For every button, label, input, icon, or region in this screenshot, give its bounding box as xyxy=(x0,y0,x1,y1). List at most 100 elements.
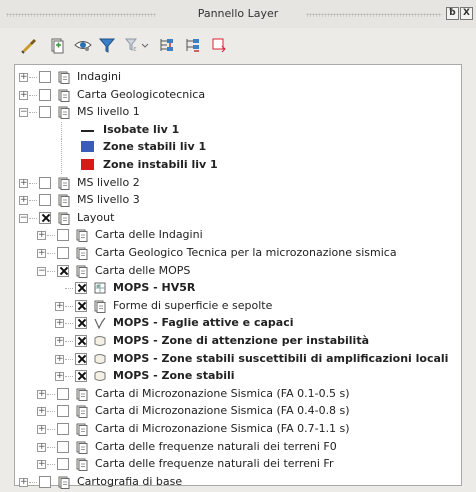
layer-row[interactable]: + MS livello 3 xyxy=(15,192,461,209)
expand-toggle[interactable]: + xyxy=(19,178,28,188)
expand-toggle[interactable]: + xyxy=(19,477,28,487)
layer-row[interactable]: + MOPS - Zone di attenzione per instabili… xyxy=(15,333,461,350)
expand-all-icon[interactable] xyxy=(158,36,176,54)
expand-toggle[interactable]: − xyxy=(19,108,28,118)
expand-toggle[interactable]: − xyxy=(37,266,46,276)
layer-label: Carta delle Indagini xyxy=(95,228,203,242)
layer-visibility-checkbox[interactable] xyxy=(57,387,69,400)
tree-connector xyxy=(65,341,73,342)
expand-toggle xyxy=(55,284,64,294)
legend-checkbox[interactable] xyxy=(61,157,73,174)
layer-row[interactable]: + Carta Geologico Tecnica per la microzon… xyxy=(15,245,461,262)
expand-toggle[interactable]: + xyxy=(37,407,46,417)
layer-row[interactable]: + MOPS - Faglie attive e capaci xyxy=(15,315,461,332)
layer-visibility-checkbox[interactable] xyxy=(75,299,87,312)
tree-connector xyxy=(47,429,55,430)
expand-toggle[interactable]: + xyxy=(37,249,46,258)
collapse-all-icon[interactable] xyxy=(184,36,202,54)
legend-checkbox[interactable] xyxy=(61,139,73,157)
layer-label: Carta di Microzonazione Sismica (FA 0.7-… xyxy=(95,422,350,435)
expand-toggle[interactable]: + xyxy=(19,196,28,206)
layer-label: Carta Geologicotecnica xyxy=(77,87,206,101)
layer-visibility-checkbox[interactable] xyxy=(75,335,87,347)
expand-toggle[interactable]: + xyxy=(55,319,64,329)
layer-visibility-checkbox[interactable] xyxy=(75,370,87,383)
legend-item[interactable]: Zone stabili liv 1 xyxy=(15,139,461,157)
layer-visibility-checkbox[interactable] xyxy=(57,264,69,277)
panel-titlebar[interactable]: Pannello Layer ƀ X xyxy=(0,0,476,28)
expand-toggle[interactable]: + xyxy=(19,90,28,100)
layer-label: Carta delle frequenze naturali dei terre… xyxy=(95,457,334,471)
layer-visibility-checkbox[interactable] xyxy=(57,458,69,471)
layer-row[interactable]: − Layout xyxy=(15,210,461,227)
layer-row[interactable]: + Carta Geologicotecnica xyxy=(15,87,461,104)
layer-row[interactable]: + Carta di Microzonazione Sismica (FA 0.1… xyxy=(15,386,461,403)
line-layer-icon xyxy=(94,318,106,330)
expand-toggle[interactable]: − xyxy=(19,213,28,223)
layer-group-icon xyxy=(76,405,88,419)
layer-visibility-checkbox[interactable] xyxy=(39,88,51,101)
remove-layer-icon[interactable] xyxy=(210,36,228,54)
layer-row[interactable]: + Forme di superficie e sepolte xyxy=(15,298,461,315)
tree-connector xyxy=(47,393,55,395)
eye-icon[interactable] xyxy=(74,36,92,54)
layer-visibility-checkbox[interactable] xyxy=(75,282,87,295)
layer-label: Carta Geologico Tecnica per la microzona… xyxy=(95,246,397,259)
legend-item[interactable]: Isobate liv 1 xyxy=(15,121,461,139)
raster-layer-icon xyxy=(94,282,106,294)
layer-row[interactable]: + Indagini xyxy=(15,69,461,86)
layer-tree[interactable]: + Indagini + Carta Geologicotecnica − MS live… xyxy=(14,64,462,489)
paint-brush-icon[interactable] xyxy=(20,36,38,54)
layer-visibility-checkbox[interactable] xyxy=(75,352,87,365)
expand-toggle[interactable]: + xyxy=(19,73,28,82)
layer-row[interactable]: + MS livello 2 xyxy=(15,175,461,192)
float-button[interactable]: ƀ xyxy=(446,7,459,20)
fill-symbol-icon xyxy=(81,159,94,170)
layer-group-icon xyxy=(58,89,70,102)
layer-visibility-checkbox[interactable] xyxy=(57,405,69,418)
layer-row[interactable]: + Carta delle frequenze naturali dei terr… xyxy=(15,439,461,456)
tree-connector xyxy=(29,481,37,483)
layer-row[interactable]: − Carta delle MOPS xyxy=(15,263,461,280)
layer-group-icon xyxy=(76,441,88,454)
layer-visibility-checkbox[interactable] xyxy=(57,247,69,259)
polygon-layer-icon xyxy=(94,353,106,364)
layer-visibility-checkbox[interactable] xyxy=(75,317,87,330)
close-button[interactable]: X xyxy=(460,7,473,20)
tree-connector xyxy=(29,112,37,114)
layer-row[interactable]: MOPS - HV5R xyxy=(15,280,461,297)
legend-checkbox[interactable] xyxy=(61,121,73,139)
expand-toggle[interactable]: + xyxy=(55,372,64,382)
layer-row[interactable]: + Carta delle Indagini xyxy=(15,227,461,244)
layer-row[interactable]: + Cartografia di base xyxy=(15,474,461,491)
layer-row[interactable]: − MS livello 1 xyxy=(15,104,461,121)
layer-row[interactable]: + MOPS - Zone stabili suscettibili di amp… xyxy=(15,351,461,368)
expand-toggle[interactable]: + xyxy=(55,354,64,364)
expand-toggle[interactable]: + xyxy=(55,337,64,346)
add-group-icon[interactable] xyxy=(48,36,66,54)
layer-group-icon xyxy=(58,106,70,120)
expand-toggle[interactable]: + xyxy=(37,460,46,470)
layer-visibility-checkbox[interactable] xyxy=(57,229,69,242)
expand-toggle[interactable]: + xyxy=(55,301,64,311)
expand-toggle[interactable]: + xyxy=(37,442,46,452)
expand-toggle[interactable]: + xyxy=(37,425,46,434)
layer-visibility-checkbox[interactable] xyxy=(39,71,51,83)
legend-item[interactable]: Zone instabili liv 1 xyxy=(15,157,461,174)
layer-visibility-checkbox[interactable] xyxy=(39,176,51,189)
filter-icon[interactable] xyxy=(98,36,116,54)
layer-visibility-checkbox[interactable] xyxy=(39,106,51,119)
layer-visibility-checkbox[interactable] xyxy=(57,423,69,435)
expand-toggle[interactable]: + xyxy=(37,389,46,399)
layer-row[interactable]: + MOPS - Zone stabili xyxy=(15,368,461,385)
expand-toggle[interactable]: + xyxy=(37,231,46,241)
filter-expression-icon[interactable]: ε xyxy=(124,36,150,54)
layer-group-icon xyxy=(58,212,70,225)
layer-row[interactable]: + Carta di Microzonazione Sismica (FA 0.4… xyxy=(15,403,461,420)
layer-row[interactable]: + Carta di Microzonazione Sismica (FA 0.7… xyxy=(15,421,461,438)
layer-visibility-checkbox[interactable] xyxy=(39,194,51,207)
layer-visibility-checkbox[interactable] xyxy=(39,475,51,488)
layer-visibility-checkbox[interactable] xyxy=(39,211,51,224)
layer-visibility-checkbox[interactable] xyxy=(57,440,69,453)
layer-row[interactable]: + Carta delle frequenze naturali dei terr… xyxy=(15,456,461,473)
